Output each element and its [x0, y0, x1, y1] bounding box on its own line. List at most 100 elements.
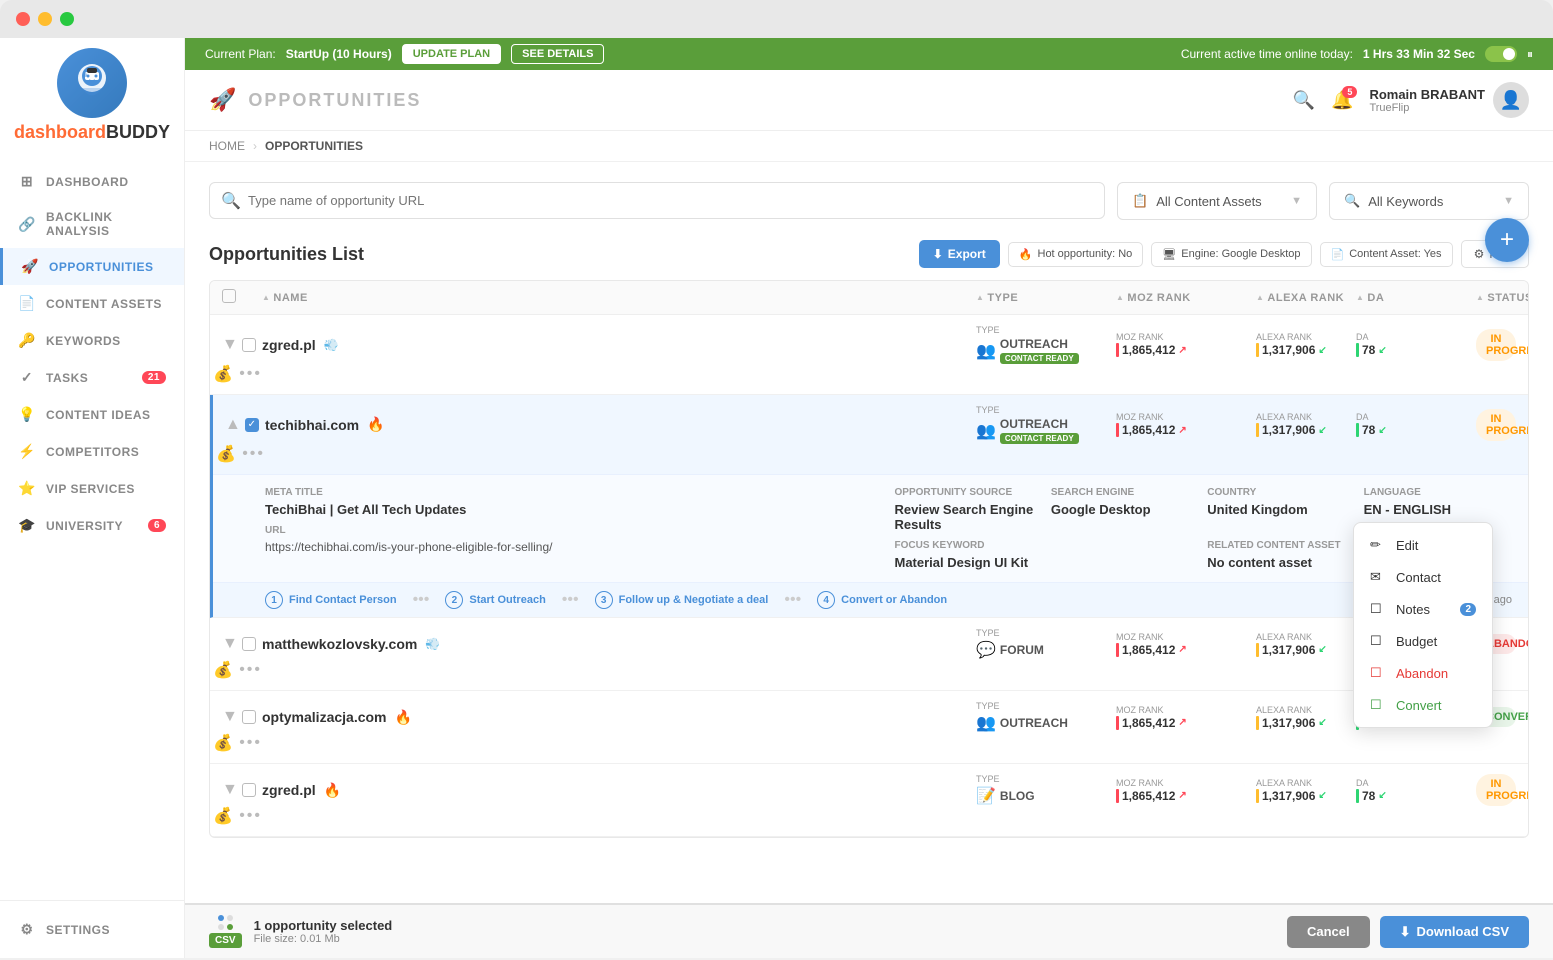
budget-icon[interactable]: 💰	[213, 660, 233, 680]
minimize-dot[interactable]	[38, 12, 52, 26]
search-engine-section: SEARCH ENGINE Google Desktop	[1051, 487, 1199, 532]
sidebar-logo: dashboardBUDDY	[14, 48, 170, 143]
update-plan-button[interactable]: UPDATE PLAN	[402, 44, 501, 64]
sidebar-item-opportunities[interactable]: 🚀 OPPORTUNITIES	[0, 248, 184, 285]
country-value: United Kingdom	[1207, 502, 1355, 517]
fire-icon: 🔥	[324, 782, 341, 799]
forum-icon: 💬	[976, 640, 996, 660]
row-checkbox-zgred2[interactable]	[242, 783, 256, 797]
expand-arrow-icon: ▼	[222, 708, 238, 726]
search-input[interactable]	[209, 182, 1105, 219]
more-options-button[interactable]: •••	[239, 365, 262, 383]
contact-ready-badge: CONTACT READY	[1000, 353, 1079, 364]
content-assets-label: All Content Assets	[1156, 194, 1262, 209]
type-name: FORUM	[1000, 643, 1044, 657]
expand-zgred[interactable]: ▼	[222, 336, 262, 354]
select-all-checkbox[interactable]	[222, 289, 236, 303]
status-badge-zgred2: IN PROGRESS	[1476, 774, 1516, 806]
steps-row: 1 Find Contact Person ••• 2 Start Outrea…	[213, 582, 1528, 617]
header-moz[interactable]: ▲ MOZ RANK	[1116, 292, 1256, 304]
asset-filter[interactable]: 📄 Content Asset: Yes	[1320, 242, 1453, 267]
sidebar-item-dashboard[interactable]: ⊞ DASHBOARD	[0, 163, 184, 200]
sidebar-item-keywords[interactable]: 🔑 KEYWORDS	[0, 322, 184, 359]
hot-opportunity-filter[interactable]: 🔥 Hot opportunity: No	[1008, 242, 1143, 267]
row-main-techibhai[interactable]: ▲ ✓ techibhai.com 🔥 TYPE 👥	[213, 395, 1528, 474]
meta-title-section: META TITLE TechiBhai | Get All Tech Upda…	[265, 487, 883, 517]
row-main-optymalizacja[interactable]: ▼ optymalizacja.com 🔥 TYPE 👥 OUTREACH	[210, 691, 1528, 763]
fire-icon: 🔥	[395, 709, 412, 726]
engine-filter[interactable]: 🖥 Engine: Google Desktop	[1151, 242, 1311, 267]
moz-val: 1,865,412	[1122, 343, 1175, 357]
user-subtitle: TrueFlip	[1369, 102, 1485, 114]
expand-matthew[interactable]: ▼	[222, 635, 262, 653]
header-name[interactable]: ▲ NAME	[262, 292, 976, 304]
header-da[interactable]: ▲ DA	[1356, 292, 1476, 304]
country-section: COUNTRY United Kingdom	[1207, 487, 1355, 532]
download-csv-button[interactable]: ⬇ Download CSV	[1380, 916, 1529, 948]
keywords-icon: 🔑	[18, 332, 36, 349]
row-checkbox-zgred[interactable]	[242, 338, 256, 352]
header-status[interactable]: ▲ STATUS	[1476, 292, 1516, 304]
step-4-label: Convert or Abandon	[841, 594, 947, 606]
sidebar-item-backlink[interactable]: 🔗 BACKLINK ANALYSIS	[0, 200, 184, 248]
breadcrumb-current: OPPORTUNITIES	[265, 139, 363, 153]
budget-icon[interactable]: 💰	[216, 444, 236, 464]
ctx-notes[interactable]: ☐ Notes 2	[1354, 593, 1492, 625]
expand-optymalizacja[interactable]: ▼	[222, 708, 262, 726]
add-button[interactable]: +	[1485, 218, 1529, 262]
budget-icon[interactable]: 💰	[213, 364, 233, 384]
ctx-convert[interactable]: ☐ Convert	[1354, 689, 1492, 721]
more-options-button[interactable]: •••	[239, 661, 262, 679]
blog-icon: 📝	[976, 786, 996, 806]
da-arrow: ↙	[1378, 345, 1386, 356]
row-main-zgred2[interactable]: ▼ zgred.pl 🔥 TYPE 📝 BLOG	[210, 764, 1528, 836]
step-4[interactable]: 4 Convert or Abandon	[817, 591, 947, 609]
table-row: ▼ zgred.pl 🔥 TYPE 📝 BLOG	[210, 764, 1528, 837]
header-type[interactable]: ▲ TYPE	[976, 292, 1116, 304]
see-details-button[interactable]: SEE DETAILS	[511, 44, 604, 64]
header-alexa[interactable]: ▲ ALEXA RANK	[1256, 292, 1356, 304]
content-assets-dropdown[interactable]: 📋 All Content Assets ▼	[1117, 182, 1317, 220]
ctx-edit[interactable]: ✏ Edit	[1354, 529, 1492, 561]
notification-button[interactable]: 🔔 5	[1331, 90, 1353, 111]
row-checkbox-optymalizacja[interactable]	[242, 710, 256, 724]
expand-zgred2[interactable]: ▼	[222, 781, 262, 799]
maximize-dot[interactable]	[60, 12, 74, 26]
more-options-button[interactable]: •••	[242, 445, 265, 463]
export-button[interactable]: ⬇ Export	[919, 240, 1000, 268]
step-2[interactable]: 2 Start Outreach	[445, 591, 545, 609]
ctx-abandon[interactable]: ☐ Abandon	[1354, 657, 1492, 689]
cancel-button[interactable]: Cancel	[1287, 916, 1370, 948]
sidebar-item-content-assets[interactable]: 📄 CONTENT ASSETS	[0, 285, 184, 322]
more-options-button[interactable]: •••	[239, 807, 262, 825]
ctx-budget[interactable]: ☐ Budget	[1354, 625, 1492, 657]
step-3[interactable]: 3 Follow up & Negotiate a deal	[595, 591, 769, 609]
expand-techibhai[interactable]: ▲ ✓	[225, 416, 265, 434]
sidebar-item-vip-services[interactable]: ⭐ VIP SERVICES	[0, 470, 184, 507]
row-checkbox-matthew[interactable]	[242, 637, 256, 651]
more-options-button[interactable]: •••	[239, 734, 262, 752]
notification-badge: 5	[1342, 86, 1357, 98]
active-toggle[interactable]	[1485, 46, 1517, 62]
budget-icon[interactable]: 💰	[213, 806, 233, 826]
sidebar-item-settings[interactable]: ⚙ SETTINGS	[0, 911, 184, 948]
sidebar: dashboardBUDDY ⊞ DASHBOARD 🔗 BACKLINK AN…	[0, 38, 185, 958]
budget-icon[interactable]: 💰	[213, 733, 233, 753]
sidebar-item-competitors[interactable]: ⚡ COMPETITORS	[0, 433, 184, 470]
header-search-icon[interactable]: 🔍	[1293, 90, 1315, 111]
close-dot[interactable]	[16, 12, 30, 26]
sidebar-label-content-assets: CONTENT ASSETS	[46, 297, 162, 311]
keywords-dropdown[interactable]: 🔍 All Keywords ▼	[1329, 182, 1529, 220]
da-arrow: ↙	[1378, 790, 1386, 801]
breadcrumb-home[interactable]: HOME	[209, 139, 245, 153]
step-1[interactable]: 1 Find Contact Person	[265, 591, 397, 609]
sidebar-item-content-ideas[interactable]: 💡 CONTENT IDEAS	[0, 396, 184, 433]
sidebar-item-tasks[interactable]: ✓ TASKS 21	[0, 359, 184, 396]
row-checkbox-techibhai[interactable]: ✓	[245, 418, 259, 432]
university-badge: 6	[148, 519, 166, 532]
row-main-matthew[interactable]: ▼ matthewkozlovsky.com 💨 TYPE 💬 FORUM	[210, 618, 1528, 690]
ctx-contact[interactable]: ✉ Contact	[1354, 561, 1492, 593]
notes-icon[interactable]: 📋	[209, 444, 210, 464]
row-main-zgred[interactable]: ▼ zgred.pl 💨 TYPE 👥 OUT	[210, 315, 1528, 394]
sidebar-item-university[interactable]: 🎓 UNIVERSITY 6	[0, 507, 184, 544]
